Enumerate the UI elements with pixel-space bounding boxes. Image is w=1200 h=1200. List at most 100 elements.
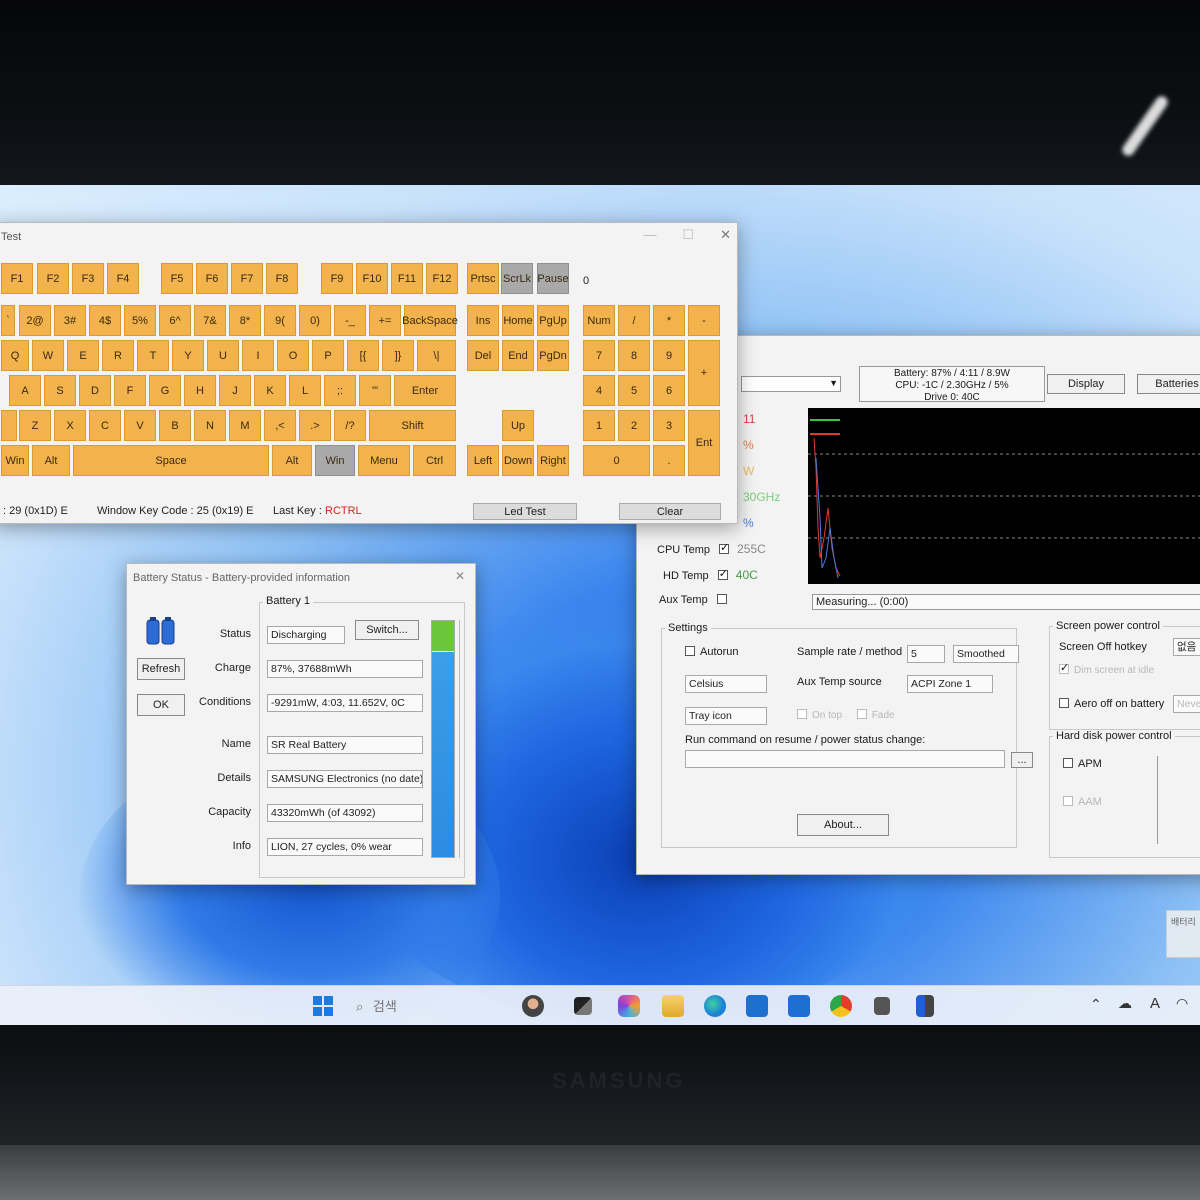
key-f10[interactable]: F10	[356, 263, 388, 294]
key-ent[interactable]: Ent	[688, 410, 720, 476]
key-pgdn[interactable]: PgDn	[537, 340, 569, 371]
dim-checkbox[interactable]	[1059, 661, 1069, 674]
display-button[interactable]: Display	[1047, 374, 1125, 394]
key-ctrl[interactable]: Ctrl	[413, 445, 456, 476]
key-symbol[interactable]: ]}	[382, 340, 414, 371]
units-dropdown-top[interactable]: ▼	[741, 376, 841, 392]
key-menu[interactable]: Menu	[358, 445, 410, 476]
key-f12[interactable]: F12	[426, 263, 458, 294]
key-3[interactable]: 3	[653, 410, 685, 441]
key-left[interactable]: Left	[467, 445, 499, 476]
key-f5[interactable]: F5	[161, 263, 193, 294]
key-a[interactable]: A	[9, 375, 41, 406]
key-7[interactable]: 7&	[194, 305, 226, 336]
key-end[interactable]: End	[502, 340, 534, 371]
key-f4[interactable]: F4	[107, 263, 139, 294]
network-icon[interactable]: ☁	[1118, 995, 1132, 1012]
battery-app-icon[interactable]	[916, 995, 934, 1017]
led-test-button[interactable]: Led Test	[473, 503, 577, 520]
key-f7[interactable]: F7	[231, 263, 263, 294]
key-y[interactable]: Y	[172, 340, 204, 371]
key-symbol[interactable]: ,<	[264, 410, 296, 441]
battery-notification[interactable]: 배터리	[1166, 910, 1200, 958]
hd-temp-checkbox[interactable]	[717, 567, 728, 580]
key-g[interactable]: G	[149, 375, 181, 406]
key-0[interactable]: 0)	[299, 305, 331, 336]
taskbar-search[interactable]: ⌕ 검색	[356, 996, 496, 1016]
key-o[interactable]: O	[277, 340, 309, 371]
key-space[interactable]: Space	[73, 445, 269, 476]
key-num[interactable]: Num	[583, 305, 615, 336]
key-symbol[interactable]: +=	[369, 305, 401, 336]
maximize-icon[interactable]: ☐	[682, 227, 694, 243]
key-s[interactable]: S	[44, 375, 76, 406]
charge-scrollbar[interactable]	[459, 620, 463, 858]
key-symbol[interactable]: [{	[347, 340, 379, 371]
key-f9[interactable]: F9	[321, 263, 353, 294]
key-f[interactable]: F	[114, 375, 146, 406]
key-n[interactable]: N	[194, 410, 226, 441]
tray-icon-dropdown[interactable]: Tray icon	[685, 707, 767, 725]
key-6[interactable]: 6	[653, 375, 685, 406]
refresh-button[interactable]: Refresh	[137, 658, 185, 680]
edge-icon[interactable]	[704, 995, 726, 1017]
store-icon[interactable]	[746, 995, 768, 1017]
key-blank[interactable]	[1, 410, 17, 441]
key-f3[interactable]: F3	[72, 263, 104, 294]
key-scrlk[interactable]: ScrLk	[501, 263, 533, 294]
key-5[interactable]: 5%	[124, 305, 156, 336]
key-z[interactable]: Z	[19, 410, 51, 441]
key-2[interactable]: 2@	[19, 305, 51, 336]
hotkey-input[interactable]: 없음	[1173, 638, 1200, 656]
key-win[interactable]: Win	[1, 445, 29, 476]
key-win[interactable]: Win	[315, 445, 355, 476]
key-p[interactable]: P	[312, 340, 344, 371]
key-9[interactable]: 9(	[264, 305, 296, 336]
key-v[interactable]: V	[124, 410, 156, 441]
key-home[interactable]: Home	[502, 305, 534, 336]
key-f8[interactable]: F8	[266, 263, 298, 294]
key-4[interactable]: 4$	[89, 305, 121, 336]
wifi-icon[interactable]: ◠	[1176, 995, 1188, 1012]
key-right[interactable]: Right	[537, 445, 569, 476]
autorun-checkbox[interactable]	[685, 646, 695, 656]
key-8[interactable]: 8	[618, 340, 650, 371]
key-alt[interactable]: Alt	[32, 445, 70, 476]
key-symbol[interactable]: *	[653, 305, 685, 336]
key-t[interactable]: T	[137, 340, 169, 371]
key-symbol[interactable]: .	[653, 445, 685, 476]
key-m[interactable]: M	[229, 410, 261, 441]
calculator-icon[interactable]	[874, 997, 890, 1015]
key-0[interactable]: 0	[583, 445, 650, 476]
start-icon[interactable]	[312, 995, 334, 1017]
key-2[interactable]: 2	[618, 410, 650, 441]
key-7[interactable]: 7	[583, 340, 615, 371]
folder-icon[interactable]	[662, 995, 684, 1017]
key-r[interactable]: R	[102, 340, 134, 371]
chrome-icon[interactable]	[830, 995, 852, 1017]
outlook-icon[interactable]	[788, 995, 810, 1017]
key-i[interactable]: I	[242, 340, 274, 371]
clear-button[interactable]: Clear	[619, 503, 721, 520]
user-avatar-icon[interactable]	[522, 995, 544, 1017]
key-c[interactable]: C	[89, 410, 121, 441]
key-up[interactable]: Up	[502, 410, 534, 441]
key-symbol[interactable]: `	[1, 305, 15, 336]
key-f2[interactable]: F2	[37, 263, 69, 294]
task-view-icon[interactable]	[574, 997, 592, 1015]
key-backspace[interactable]: BackSpace	[402, 305, 458, 336]
key-f1[interactable]: F1	[1, 263, 33, 294]
on-top-checkbox[interactable]	[797, 709, 807, 719]
key-b[interactable]: B	[159, 410, 191, 441]
method-dropdown[interactable]: Smoothed	[953, 645, 1019, 663]
key-symbol[interactable]: /	[618, 305, 650, 336]
key-k[interactable]: K	[254, 375, 286, 406]
about-button[interactable]: About...	[797, 814, 889, 836]
key-enter[interactable]: Enter	[394, 375, 456, 406]
close-icon[interactable]: ✕	[455, 569, 465, 583]
key-x[interactable]: X	[54, 410, 86, 441]
aero-checkbox[interactable]	[1059, 698, 1069, 708]
key-4[interactable]: 4	[583, 375, 615, 406]
key-symbol[interactable]: +	[688, 340, 720, 406]
key-pause[interactable]: Pause	[537, 263, 569, 294]
